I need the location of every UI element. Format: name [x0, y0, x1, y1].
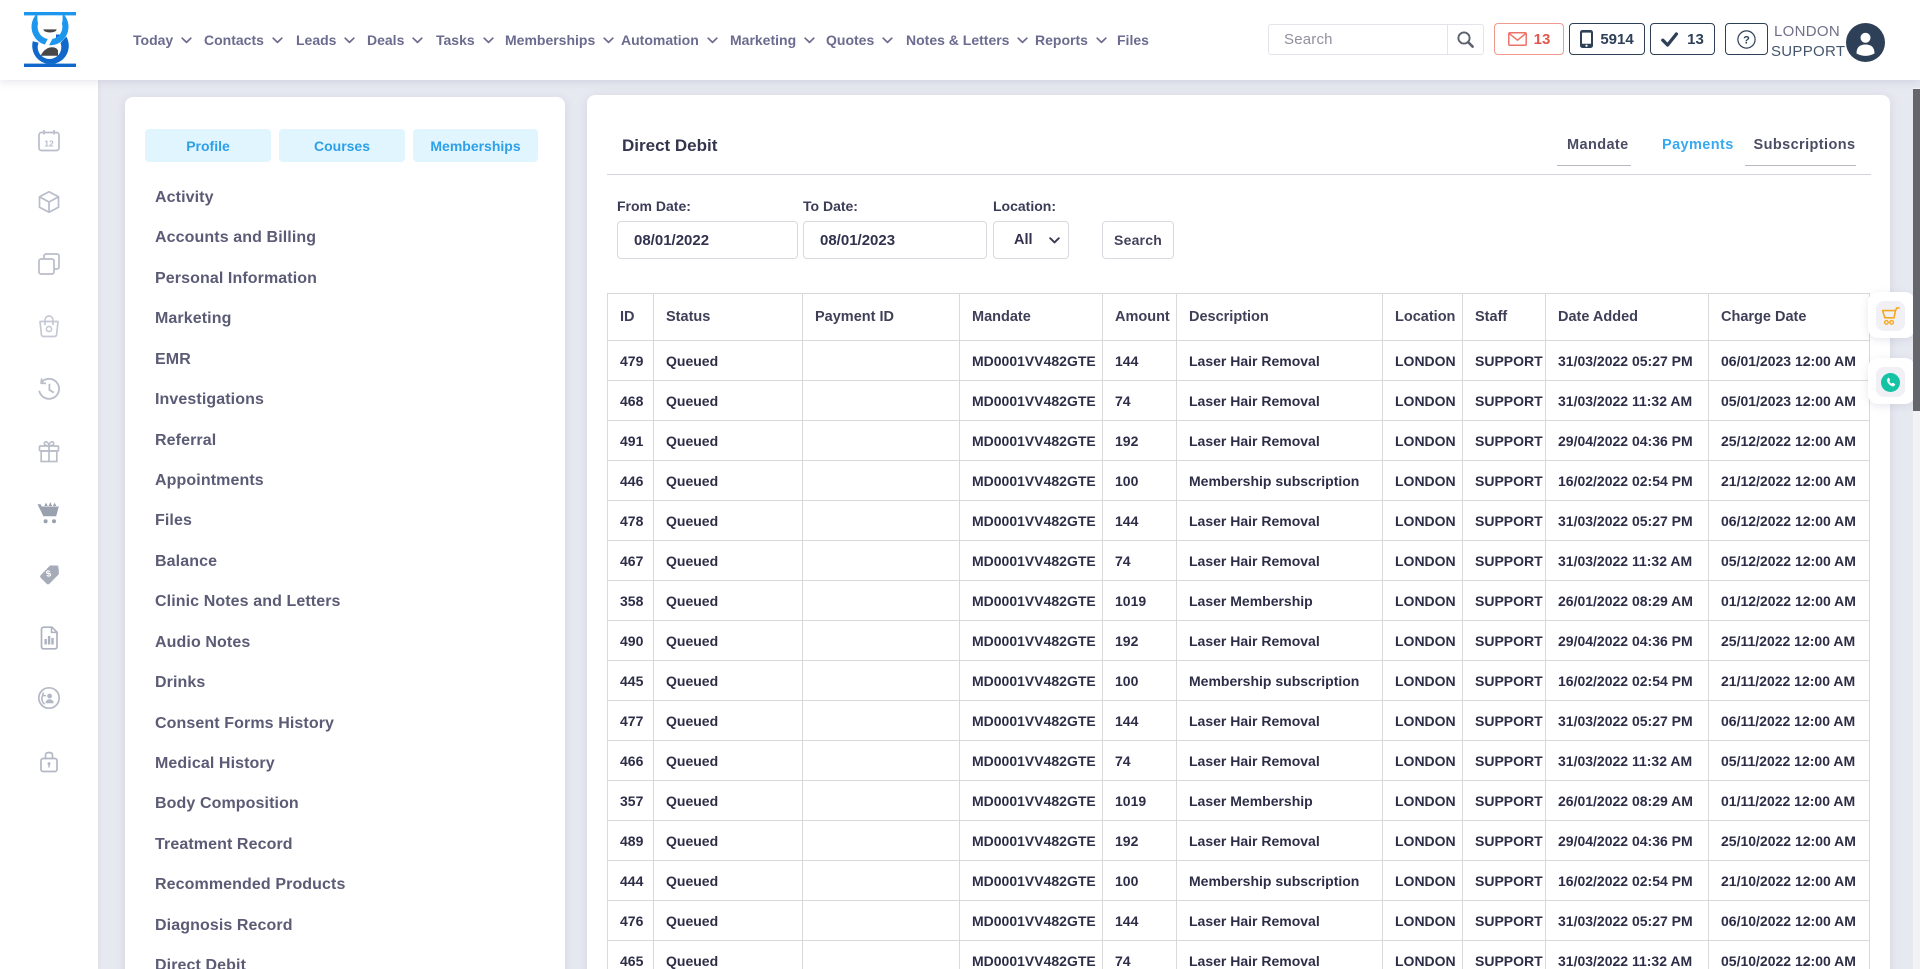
- svg-text:12: 12: [44, 138, 54, 148]
- svg-text:?: ?: [1743, 34, 1750, 46]
